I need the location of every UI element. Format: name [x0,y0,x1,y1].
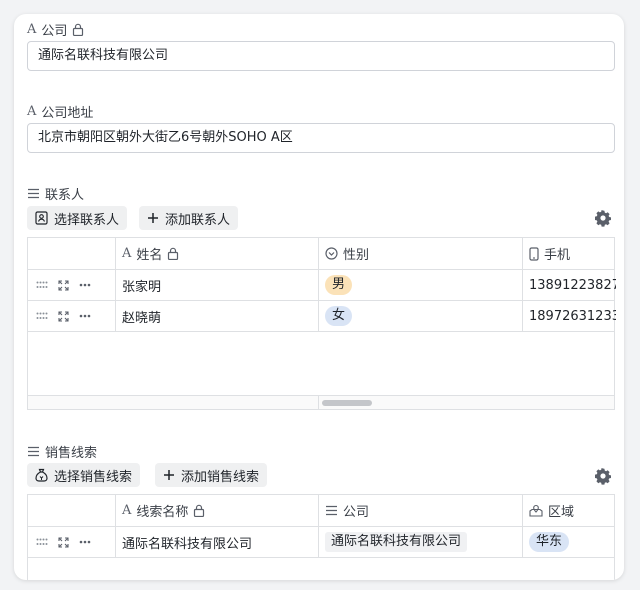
more-icon[interactable] [79,283,91,287]
contact-card-icon [35,211,48,225]
plus-icon [148,213,158,223]
cell-phone[interactable]: 13891223827 [523,270,616,300]
address-field-label: A 公司地址 [27,102,93,121]
drag-handle-icon[interactable] [36,281,48,289]
location-icon [529,504,543,517]
record-card: A 公司 通际名联科技有限公司 A 公司地址 北京市朝阳区朝外大街乙6号朝外SO… [14,14,624,580]
address-input[interactable]: 北京市朝阳区朝外大街乙6号朝外SOHO A区 [27,123,615,153]
row-tools-header [28,238,116,269]
column-header-region[interactable]: 区域 [523,495,616,526]
company-field-label: A 公司 [27,20,84,39]
text-field-icon: A [122,246,132,261]
cell-region[interactable]: 华东 [523,527,616,557]
cell-company[interactable]: 通际名联科技有限公司 [319,527,523,557]
column-header-lead-name[interactable]: A 线索名称 [116,495,319,526]
horizontal-scrollbar[interactable] [28,395,614,409]
company-label-text: 公司 [41,24,68,39]
company-input[interactable]: 通际名联科技有限公司 [27,41,615,71]
contacts-table-header: A 姓名 性别 手机 [28,238,614,270]
region-tag: 华东 [529,532,570,552]
column-header-company[interactable]: 公司 [319,495,523,526]
cell-lead-name[interactable]: 通际名联科技有限公司 [116,527,319,557]
row-tools [28,301,116,331]
gear-icon[interactable] [594,467,612,485]
expand-icon[interactable] [58,536,69,548]
cell-name[interactable]: 张家明 [116,270,319,300]
expand-icon[interactable] [58,279,69,291]
list-icon [326,505,337,516]
cell-gender[interactable]: 男 [319,270,523,300]
select-contact-button[interactable]: 选择联系人 [27,206,128,230]
list-icon [28,188,39,199]
column-header-label: 区域 [548,505,575,520]
text-field-icon: A [27,22,37,37]
leads-table: A 线索名称 公司 区域 通际名联科技有限公司 通际名联科技有限公司 华东 [27,494,615,580]
add-contact-label: 添加联系人 [165,212,231,228]
gender-tag: 男 [325,275,353,295]
column-header-label: 线索名称 [136,505,189,520]
more-icon[interactable] [79,540,91,544]
contacts-label-text: 联系人 [45,188,85,203]
row-tools-header [28,495,116,526]
money-bag-icon [35,468,48,482]
select-lead-label: 选择销售线索 [54,469,133,485]
column-header-phone[interactable]: 手机 [523,238,616,269]
table-row[interactable]: 张家明 男 13891223827 [28,270,616,301]
column-header-label: 手机 [544,248,571,263]
select-contact-label: 选择联系人 [54,212,120,228]
plus-icon [164,470,174,480]
table-row[interactable]: 通际名联科技有限公司 通际名联科技有限公司 华东 [28,527,614,558]
leads-label-text: 销售线索 [45,446,98,461]
row-tools [28,527,116,557]
more-icon[interactable] [79,314,91,318]
cell-gender[interactable]: 女 [319,301,523,331]
gender-tag: 女 [325,306,353,326]
contacts-table: A 姓名 性别 手机 张家明 男 13891223827 赵晓萌 女 18972… [27,237,616,410]
row-tools [28,270,116,300]
drag-handle-icon[interactable] [36,312,48,320]
cell-phone[interactable]: 18972631233 [523,301,616,331]
contacts-field-label: 联系人 [27,184,84,203]
list-icon [28,446,39,457]
column-header-label: 性别 [343,248,370,263]
add-contact-button[interactable]: 添加联系人 [139,206,239,230]
scrollbar-divider [318,396,319,409]
text-field-icon: A [122,503,132,518]
column-header-label: 姓名 [136,248,163,263]
phone-icon [529,246,539,261]
scrollbar-thumb[interactable] [322,400,372,406]
leads-field-label: 销售线索 [27,442,97,461]
lock-icon [168,247,179,260]
lock-icon [194,504,205,517]
table-row[interactable]: 赵晓萌 女 18972631233 [28,301,616,332]
column-header-gender[interactable]: 性别 [319,238,523,269]
add-lead-button[interactable]: 添加销售线索 [155,463,268,487]
lock-icon [73,23,84,36]
single-select-icon [325,247,338,260]
address-label-text: 公司地址 [41,106,94,121]
expand-icon[interactable] [58,310,69,322]
column-header-name[interactable]: A 姓名 [116,238,319,269]
text-field-icon: A [27,104,37,119]
gear-icon[interactable] [594,209,612,227]
column-header-label: 公司 [343,505,370,520]
drag-handle-icon[interactable] [36,538,48,546]
linked-record-chip[interactable]: 通际名联科技有限公司 [325,532,468,552]
cell-name[interactable]: 赵晓萌 [116,301,319,331]
leads-table-header: A 线索名称 公司 区域 [28,495,614,527]
add-lead-label: 添加销售线索 [181,469,260,485]
select-lead-button[interactable]: 选择销售线索 [27,463,141,487]
